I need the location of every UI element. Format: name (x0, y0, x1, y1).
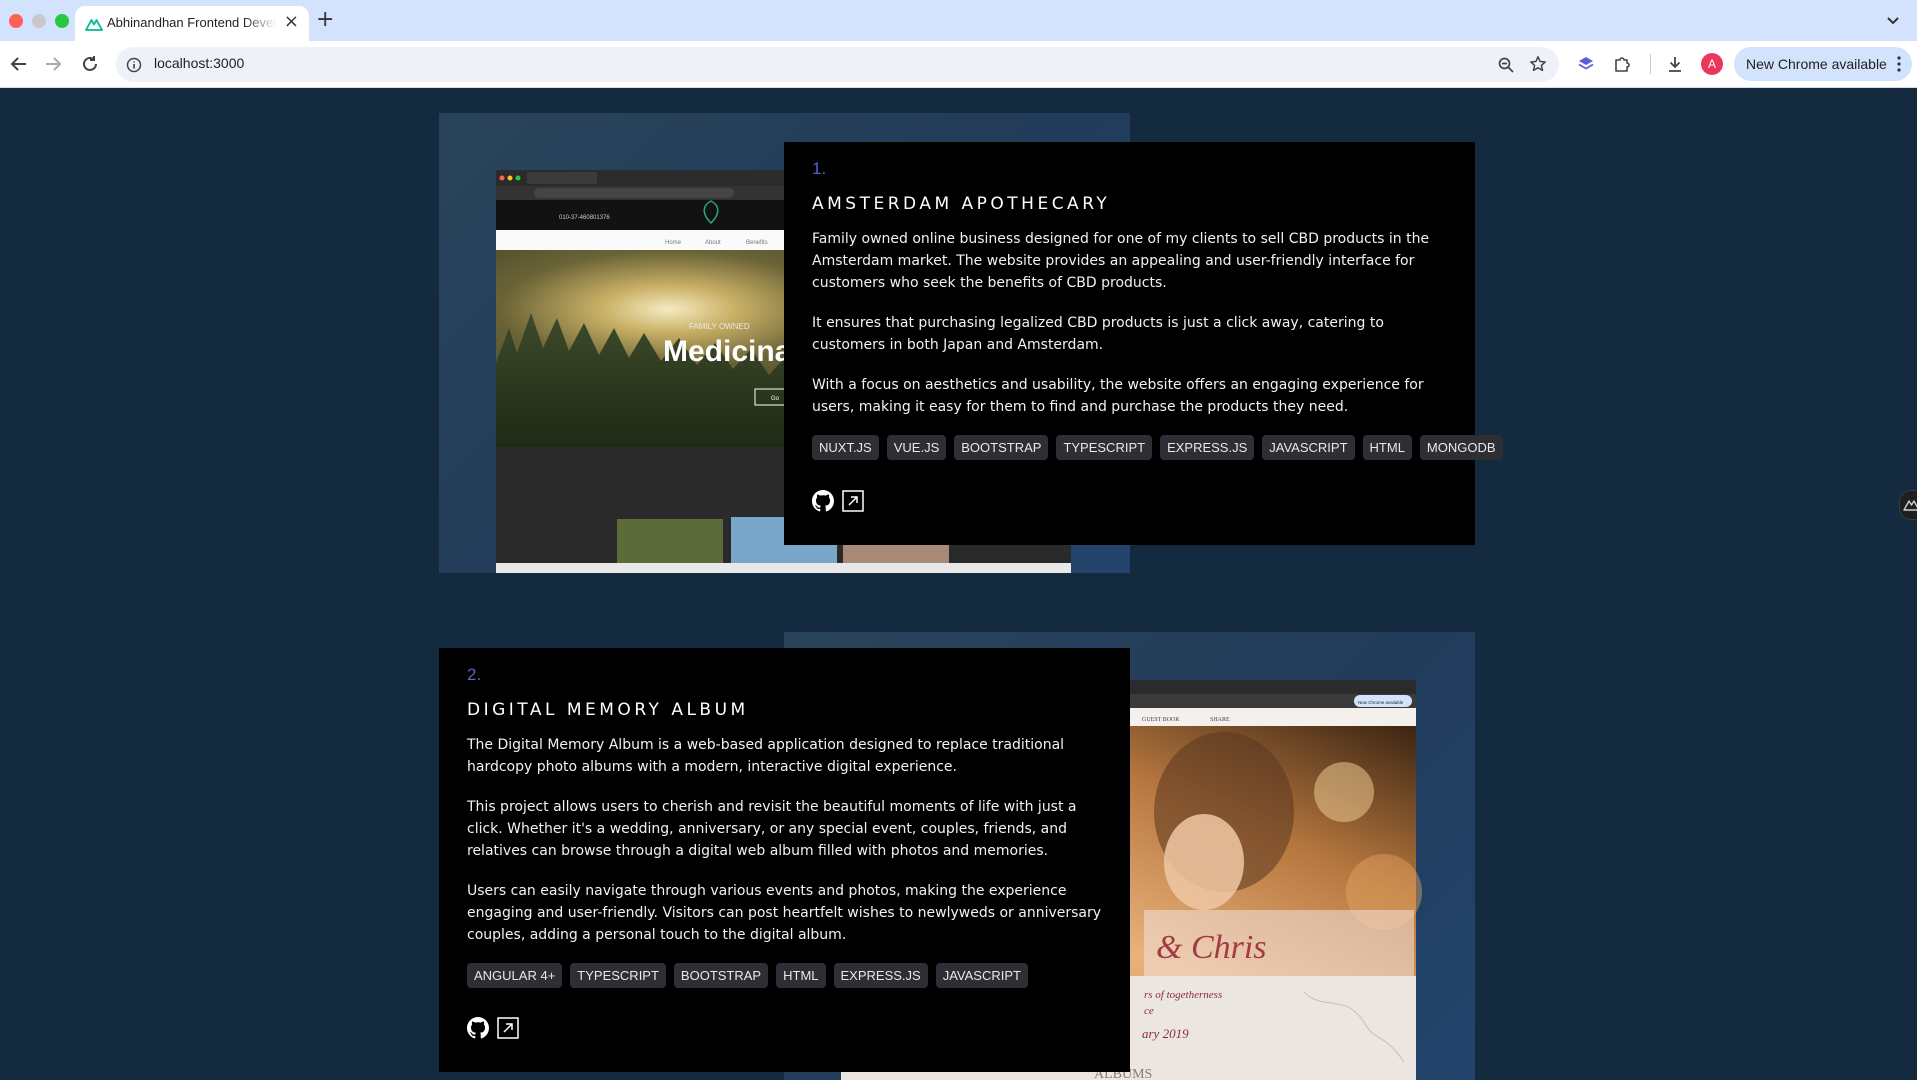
preview-phone: 010-37-460801376 (559, 215, 610, 221)
tech-tag: HTML (776, 963, 826, 988)
project-card-2: 2. DIGITAL MEMORY ALBUM The Digital Memo… (439, 648, 1130, 1072)
tech-tag: JAVASCRIPT (935, 963, 1028, 988)
bookmark-star-icon[interactable] (1529, 55, 1547, 73)
project-description: The Digital Memory Album is a web-based … (467, 734, 1102, 946)
devtools-toggle[interactable] (1899, 490, 1917, 520)
project-number: 2. (467, 665, 482, 684)
chrome-update-button[interactable]: New Chrome available (1734, 47, 1912, 81)
tech-tag: HTML (1362, 435, 1412, 460)
preview-years-line: rs of togetherness (1144, 989, 1222, 1001)
project-title: AMSTERDAM APOTHECARY (812, 194, 1111, 214)
preview-nav-home: Home (665, 240, 682, 246)
tech-tag: EXPRESS.JS (1160, 435, 1255, 460)
preview-hero-text: Medicinal (663, 335, 800, 368)
site-info-icon[interactable] (126, 57, 142, 73)
project-card-1: 1. AMSTERDAM APOTHECARY Family owned onl… (784, 142, 1503, 545)
nuxt-devtools-icon (1903, 500, 1917, 511)
tab-title: Abhinandhan Frontend Developer (107, 15, 277, 30)
page-viewport: 010-37-460801376 Home About Benefits FAM… (0, 88, 1917, 1080)
toolbar-divider (1650, 54, 1651, 74)
preview-date-b: ary 2019 (1142, 1026, 1189, 1041)
project-links (467, 1017, 519, 1039)
preview-script-name: & Chris (1156, 929, 1267, 966)
new-tab-icon[interactable]: + (316, 8, 334, 32)
preview-update-chip: New Chrome available (1358, 700, 1404, 705)
github-icon[interactable] (467, 1017, 489, 1039)
tech-tag: TYPESCRIPT (1056, 435, 1153, 460)
project-description: Family owned online business designed fo… (812, 228, 1447, 418)
description-paragraph: Users can easily navigate through variou… (467, 883, 1102, 943)
tab-strip: Abhinandhan Frontend Developer × + (0, 0, 1917, 41)
tech-tag: NUXT.JS (812, 435, 879, 460)
external-link-icon[interactable] (497, 1017, 519, 1039)
tech-tag: EXPRESS.JS (833, 963, 928, 988)
window-minimize-button[interactable] (32, 14, 46, 28)
preview-nav-benefits: Benefits (746, 240, 768, 246)
tech-tag: VUE.JS (886, 435, 947, 460)
zoom-icon[interactable] (1497, 56, 1515, 74)
profile-avatar[interactable]: A (1701, 53, 1723, 75)
tech-tag: ANGULAR 4+ (467, 963, 563, 988)
tab-close-icon[interactable]: × (284, 12, 299, 32)
description-paragraph: It ensures that purchasing legalized CBD… (812, 315, 1384, 353)
description-paragraph: With a focus on aesthetics and usability… (812, 377, 1424, 415)
kebab-menu-icon[interactable] (1896, 55, 1902, 73)
preview-date-a: ce (1144, 1005, 1154, 1017)
tech-tag-list: NUXT.JS VUE.JS BOOTSTRAP TYPESCRIPT EXPR… (812, 435, 1503, 460)
address-bar[interactable]: localhost:3000 (116, 47, 1559, 82)
url-text: localhost:3000 (154, 55, 245, 71)
preview-nav-share: SHARE (1210, 717, 1230, 723)
chrome-update-label: New Chrome available (1746, 56, 1887, 72)
back-arrow-icon[interactable] (8, 53, 30, 75)
description-paragraph: Family owned online business designed fo… (812, 231, 1430, 291)
tech-tag: JAVASCRIPT (1262, 435, 1355, 460)
site-logo-icon (85, 19, 103, 31)
preview-kicker: FAMILY OWNED (689, 322, 750, 331)
preview-cta: Go (771, 396, 780, 402)
tech-tag: TYPESCRIPT (570, 963, 666, 988)
window-close-button[interactable] (9, 14, 23, 28)
tech-tag: MONGODB (1419, 435, 1503, 460)
project-links (812, 490, 864, 512)
tech-tag: BOOTSTRAP (673, 963, 769, 988)
preview-nav-about: About (705, 240, 721, 246)
preview-nav-guestbook: GUEST BOOK (1142, 717, 1180, 723)
project-number: 1. (812, 159, 827, 178)
extensions-puzzle-icon[interactable] (1612, 54, 1632, 74)
window-maximize-button[interactable] (55, 14, 69, 28)
description-paragraph: The Digital Memory Album is a web-based … (467, 737, 1065, 775)
reload-icon[interactable] (79, 53, 101, 75)
extension-layers-icon[interactable] (1576, 54, 1596, 74)
browser-tab[interactable]: Abhinandhan Frontend Developer × (75, 6, 309, 41)
description-paragraph: This project allows users to cherish and… (467, 799, 1077, 859)
tech-tag: BOOTSTRAP (954, 435, 1049, 460)
tech-tag-list: ANGULAR 4+ TYPESCRIPT BOOTSTRAP HTML EXP… (467, 963, 1102, 988)
download-icon[interactable] (1665, 54, 1685, 74)
forward-arrow-icon[interactable] (42, 53, 64, 75)
external-link-icon[interactable] (842, 490, 864, 512)
github-icon[interactable] (812, 490, 834, 512)
tab-search-chevron-icon[interactable] (1885, 12, 1901, 28)
project-title: DIGITAL MEMORY ALBUM (467, 700, 749, 720)
